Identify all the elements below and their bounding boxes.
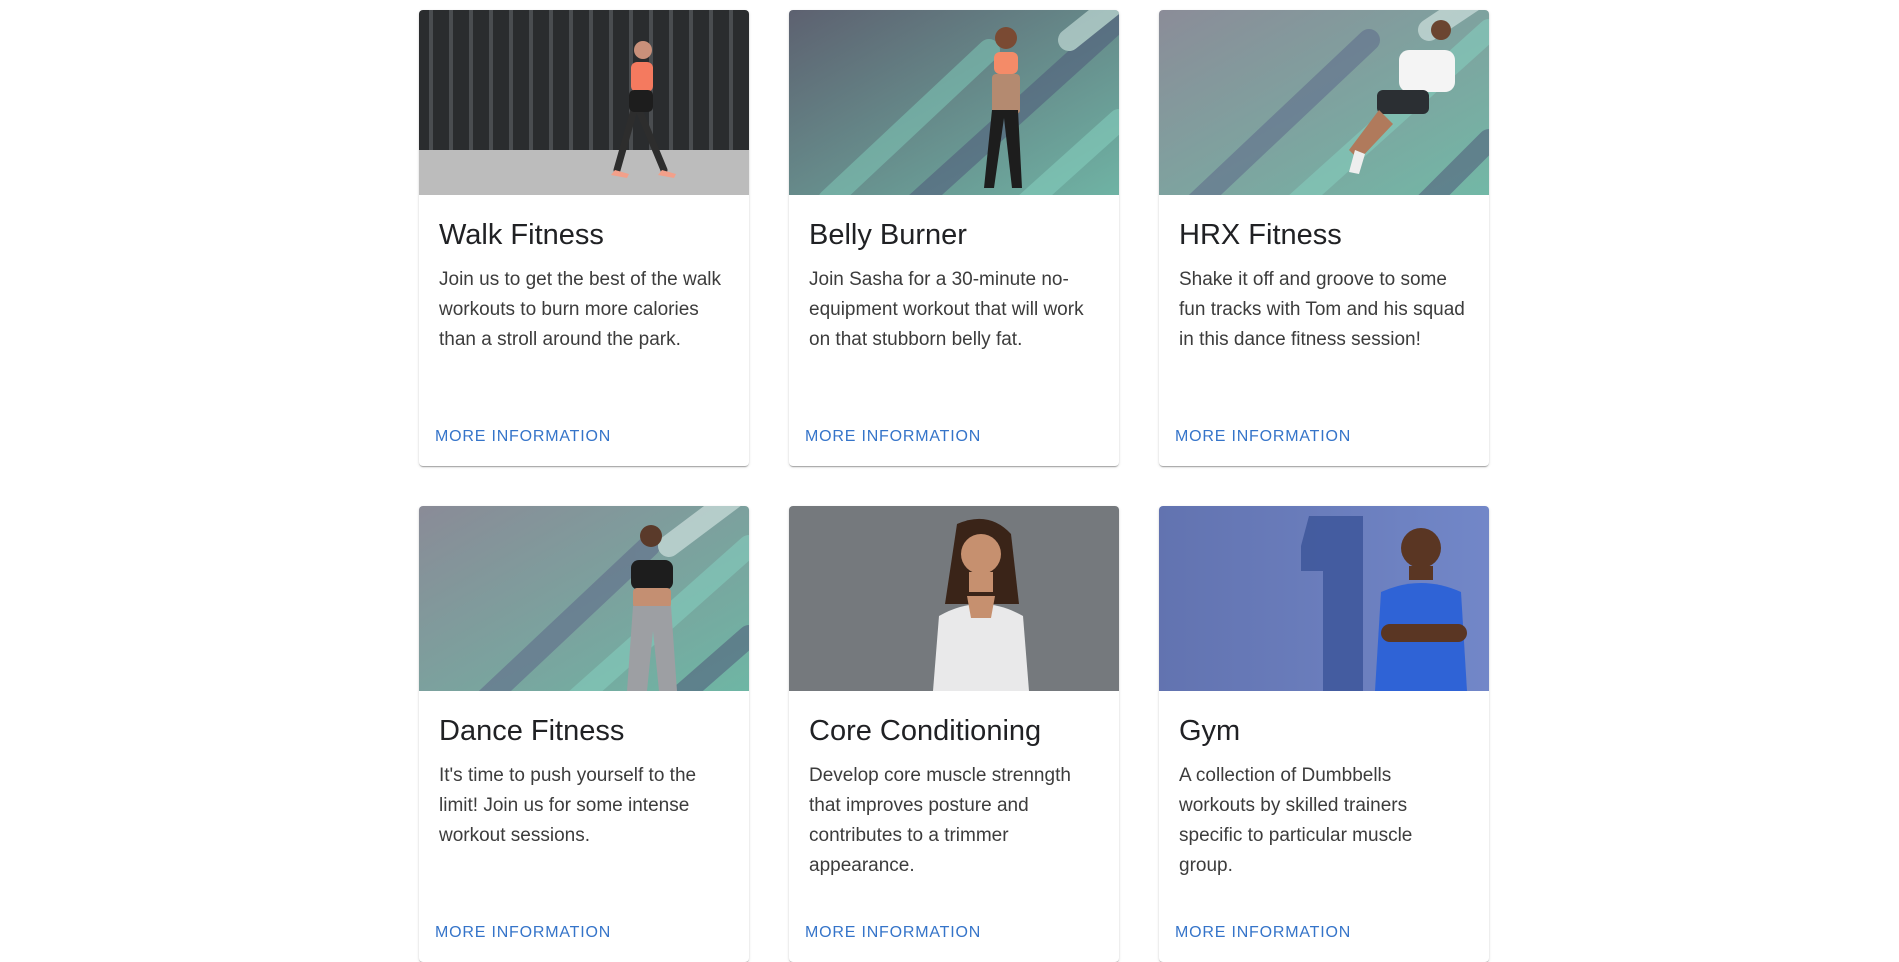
more-information-button[interactable]: MORE INFORMATION	[429, 422, 617, 452]
workout-card-belly-burner: Belly Burner Join Sasha for a 30-minute …	[789, 10, 1119, 466]
more-information-button[interactable]: MORE INFORMATION	[799, 422, 987, 452]
workout-card-walk-fitness: Walk Fitness Join us to get the best of …	[419, 10, 749, 466]
card-description: Shake it off and groove to some fun trac…	[1179, 269, 1465, 350]
belly-burner-image	[789, 10, 1119, 195]
more-information-button[interactable]: MORE INFORMATION	[429, 918, 617, 948]
gym-image	[1159, 506, 1489, 691]
core-conditioning-image	[789, 506, 1119, 691]
more-information-button[interactable]: MORE INFORMATION	[1169, 918, 1357, 948]
card-description: Join us to get the best of the walk work…	[439, 269, 722, 350]
card-description: Develop core muscle strenngth that impro…	[809, 765, 1071, 876]
workout-card-gym: Gym A collection of Dumbbells workouts b…	[1159, 506, 1489, 962]
card-title: Walk Fitness	[439, 219, 604, 251]
workout-card-grid: Walk Fitness Join us to get the best of …	[419, 10, 1489, 962]
card-title: Core Conditioning	[809, 715, 1042, 747]
dance-fitness-image	[419, 506, 749, 691]
card-title: Gym	[1179, 715, 1241, 747]
card-title: HRX Fitness	[1179, 219, 1342, 251]
workout-card-hrx-fitness: HRX Fitness Shake it off and groove to s…	[1159, 10, 1489, 466]
card-description: Join Sasha for a 30-minute no-equipment …	[809, 269, 1084, 350]
card-title: Belly Burner	[809, 219, 967, 251]
walk-fitness-image	[419, 10, 749, 195]
card-title: Dance Fitness	[439, 715, 625, 747]
hrx-fitness-image	[1159, 10, 1489, 195]
more-information-button[interactable]: MORE INFORMATION	[1169, 422, 1357, 452]
more-information-button[interactable]: MORE INFORMATION	[799, 918, 987, 948]
card-description: A collection of Dumbbells workouts by sk…	[1179, 765, 1413, 876]
card-description: It's time to push yourself to the limit!…	[439, 765, 697, 846]
workout-card-dance-fitness: Dance Fitness It's time to push yourself…	[419, 506, 749, 962]
workout-card-core-conditioning: Core Conditioning Develop core muscle st…	[789, 506, 1119, 962]
